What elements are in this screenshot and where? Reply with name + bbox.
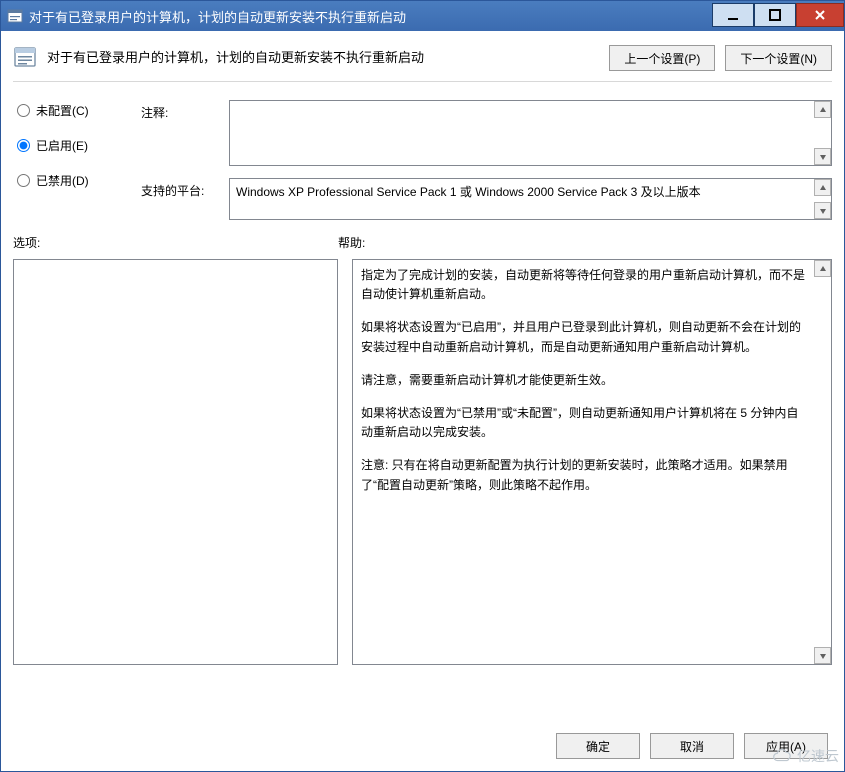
options-panel[interactable] [13,259,338,665]
window-icon [7,8,23,24]
footer-buttons: 确定 取消 应用(A) [13,723,832,763]
policy-icon [13,45,37,69]
help-paragraph: 注意: 只有在将自动更新配置为执行计划的更新安装时，此策略才适用。如果禁用了“配… [361,456,809,494]
radio-not-configured-input[interactable] [17,104,30,117]
policy-title: 对于有已登录用户的计算机，计划的自动更新安装不执行重新启动 [47,45,599,66]
help-paragraph: 指定为了完成计划的安装，自动更新将等待任何登录的用户重新启动计算机，而不是自动使… [361,266,809,304]
radio-enabled-label: 已启用(E) [36,137,88,154]
client-area: 对于有已登录用户的计算机，计划的自动更新安装不执行重新启动 上一个设置(P) 下… [1,31,844,771]
scroll-up-icon[interactable] [814,260,831,277]
scroll-down-icon[interactable] [814,148,831,165]
config-grid: 未配置(C) 已启用(E) 已禁用(D) 注释: 支持的平台: [13,90,832,220]
radio-disabled-input[interactable] [17,174,30,187]
cancel-label: 取消 [680,740,704,754]
nav-buttons: 上一个设置(P) 下一个设置(N) [609,45,832,71]
help-panel[interactable]: 指定为了完成计划的安装，自动更新将等待任何登录的用户重新启动计算机，而不是自动使… [352,259,832,665]
help-content: 指定为了完成计划的安装，自动更新将等待任何登录的用户重新启动计算机，而不是自动使… [361,266,809,495]
help-section-label: 帮助: [338,234,832,251]
radio-not-configured-label: 未配置(C) [36,102,89,119]
radio-disabled[interactable]: 已禁用(D) [17,172,133,189]
next-setting-label: 下一个设置(N) [740,52,817,66]
titlebar-text: 对于有已登录用户的计算机，计划的自动更新安装不执行重新启动 [29,7,712,26]
supported-label: 支持的平台: [141,178,221,199]
header-row: 对于有已登录用户的计算机，计划的自动更新安装不执行重新启动 上一个设置(P) 下… [13,41,832,82]
cloud-icon [771,747,793,765]
minimize-button[interactable] [712,3,754,27]
maximize-button[interactable] [754,3,796,27]
next-setting-button[interactable]: 下一个设置(N) [725,45,832,71]
help-paragraph: 如果将状态设置为“已禁用”或“未配置”，则自动更新通知用户计算机将在 5 分钟内… [361,404,809,442]
radio-not-configured[interactable]: 未配置(C) [17,102,133,119]
section-labels: 选项: 帮助: [13,234,832,251]
supported-scrollbar[interactable] [814,179,831,219]
comment-textarea[interactable] [229,100,832,166]
help-paragraph: 请注意，需要重新启动计算机才能使更新生效。 [361,371,809,390]
scroll-down-icon[interactable] [814,647,831,664]
cancel-button[interactable]: 取消 [650,733,734,759]
radio-enabled[interactable]: 已启用(E) [17,137,133,154]
help-paragraph: 如果将状态设置为“已启用”，并且用户已登录到此计算机，则自动更新不会在计划的安装… [361,318,809,356]
ok-label: 确定 [586,740,610,754]
scroll-down-icon[interactable] [814,202,831,219]
supported-platforms-text: Windows XP Professional Service Pack 1 或… [236,185,701,199]
titlebar[interactable]: 对于有已登录用户的计算机，计划的自动更新安装不执行重新启动 [1,1,844,31]
comment-label: 注释: [141,100,221,121]
scroll-up-icon[interactable] [814,179,831,196]
help-scrollbar[interactable] [814,260,831,664]
state-radio-group: 未配置(C) 已启用(E) 已禁用(D) [13,100,133,189]
options-section-label: 选项: [13,234,338,251]
window-controls [712,5,844,27]
close-button[interactable] [796,3,844,27]
panels: 指定为了完成计划的安装，自动更新将等待任何登录的用户重新启动计算机，而不是自动使… [13,259,832,715]
watermark: 亿速云 [771,746,839,766]
radio-enabled-input[interactable] [17,139,30,152]
previous-setting-button[interactable]: 上一个设置(P) [609,45,715,71]
comment-scrollbar[interactable] [814,101,831,165]
policy-editor-window: 对于有已登录用户的计算机，计划的自动更新安装不执行重新启动 对于有已登录用户的计… [0,0,845,772]
supported-platforms-box: Windows XP Professional Service Pack 1 或… [229,178,832,220]
radio-disabled-label: 已禁用(D) [36,172,89,189]
scroll-up-icon[interactable] [814,101,831,118]
ok-button[interactable]: 确定 [556,733,640,759]
previous-setting-label: 上一个设置(P) [624,52,700,66]
watermark-text: 亿速云 [797,746,839,766]
